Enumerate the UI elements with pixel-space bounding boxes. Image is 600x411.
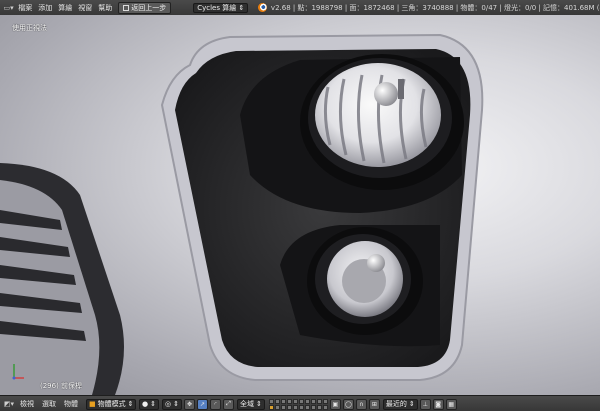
viewport-shading-select[interactable]: ● ⇕	[139, 398, 159, 410]
menu-select[interactable]: 選取	[38, 399, 60, 409]
snap-toggle-button[interactable]: ∩	[355, 398, 367, 410]
orientation-value: 全域	[239, 400, 254, 408]
render-engine-value: Cycles 算繪	[197, 3, 237, 12]
layer-button[interactable]	[298, 404, 304, 410]
manipulator-toggle-button[interactable]: ✥	[183, 398, 195, 410]
layer-button[interactable]	[286, 398, 292, 404]
undo-button[interactable]: 返回上一步	[118, 1, 172, 14]
snap-element-button[interactable]: ⊞	[368, 398, 380, 410]
chevron-updown-icon: ⇕	[255, 400, 262, 408]
snap-grid-icon: ⊞	[371, 400, 377, 408]
scene-stats: v2.68 | 點：1988798 | 面：1872468 | 三角：37408…	[270, 3, 600, 12]
scale-icon: ⤢	[226, 400, 231, 407]
shading-sphere-icon: ●	[142, 400, 149, 408]
3d-viewport[interactable]: 使用正視法 (296) 前保桿	[0, 15, 600, 395]
layer-buttons[interactable]	[268, 398, 328, 410]
film-icon: ▦	[448, 400, 455, 408]
layer-button[interactable]	[310, 404, 316, 410]
layer-button[interactable]	[322, 398, 328, 404]
rotate-icon: ◜	[214, 400, 217, 408]
layer-button[interactable]	[292, 404, 298, 410]
axis-gizmo-icon	[12, 364, 24, 380]
menu-file[interactable]: 檔案	[15, 3, 35, 13]
menu-render[interactable]: 算繪	[55, 3, 75, 13]
interaction-mode-value: 物體模式	[97, 400, 126, 408]
rotate-manipulator-button[interactable]: ◜	[209, 398, 221, 410]
render-still-button[interactable]: ◙	[432, 398, 444, 410]
scale-manipulator-button[interactable]: ⤢	[222, 398, 234, 410]
layer-button-active[interactable]	[268, 404, 274, 410]
lock-icon: ▣	[332, 400, 339, 408]
layer-button[interactable]	[316, 398, 322, 404]
viewport-render	[0, 33, 484, 395]
manipulator-icon: ✥	[186, 400, 192, 408]
transform-orientation-select[interactable]: 全域 ⇕	[236, 398, 265, 410]
chevron-updown-icon: ⇕	[408, 400, 415, 408]
undo-label: 返回上一步	[131, 3, 167, 12]
chevron-updown-icon: ⇕	[173, 400, 179, 408]
projection-label: 使用正視法	[12, 24, 47, 32]
layer-button[interactable]	[310, 398, 316, 404]
signal-lamp-bulb	[367, 254, 385, 272]
layer-button[interactable]	[286, 404, 292, 410]
view3d-editor-icon[interactable]: ◩▾	[2, 399, 16, 410]
layer-button[interactable]	[268, 398, 274, 404]
layer-button[interactable]	[292, 398, 298, 404]
snap-target-select[interactable]: 最近的 ⇕	[382, 398, 418, 410]
align-icon: ⊥	[422, 400, 428, 408]
undo-icon	[123, 4, 130, 11]
menu-window[interactable]: 視窗	[75, 3, 95, 13]
lock-camera-button[interactable]: ▣	[329, 398, 341, 410]
camera-icon: ◙	[435, 400, 442, 408]
translate-manipulator-button[interactable]: ↗	[196, 398, 208, 410]
frame-object-label: (296) 前保桿	[40, 382, 83, 390]
proportional-icon: ◯	[344, 400, 352, 408]
chevron-updown-icon: ⇕	[150, 400, 156, 408]
menu-view[interactable]: 檢視	[16, 399, 38, 409]
layer-button[interactable]	[298, 398, 304, 404]
pivot-point-select[interactable]: ◎ ⇕	[161, 398, 182, 410]
layer-button[interactable]	[304, 398, 310, 404]
layer-button[interactable]	[322, 404, 328, 410]
menu-help[interactable]: 幫助	[95, 3, 115, 13]
render-engine-select[interactable]: Cycles 算繪 ⇕	[193, 2, 249, 13]
blender-logo-icon	[258, 3, 267, 12]
proportional-edit-button[interactable]: ◯	[342, 398, 354, 410]
blender-window: ▭▾ 檔案 添加 算繪 視窗 幫助 返回上一步 Cycles 算繪 ⇕ v2.6…	[0, 0, 600, 411]
snap-target-value: 最近的	[385, 400, 407, 408]
layer-button[interactable]	[274, 398, 280, 404]
info-header: ▭▾ 檔案 添加 算繪 視窗 幫助 返回上一步 Cycles 算繪 ⇕ v2.6…	[0, 0, 600, 16]
layer-button[interactable]	[274, 404, 280, 410]
interaction-mode-select[interactable]: ■ 物體模式 ⇕	[86, 398, 136, 410]
render-animation-button[interactable]: ▦	[445, 398, 457, 410]
object-mode-icon: ■	[89, 400, 96, 408]
menu-add[interactable]: 添加	[35, 3, 55, 13]
layer-button[interactable]	[280, 398, 286, 404]
magnet-icon: ∩	[359, 400, 364, 408]
pivot-dot-icon: ◎	[164, 400, 172, 408]
align-rotation-button[interactable]: ⊥	[419, 398, 431, 410]
chevron-updown-icon: ⇕	[238, 3, 245, 12]
layer-button[interactable]	[304, 404, 310, 410]
view3d-header: ◩▾ 檢視 選取 物體 ■ 物體模式 ⇕ ● ⇕ ◎ ⇕ ✥ ↗ ◜ ⤢ 全域 …	[0, 395, 600, 411]
arrow-icon: ↗	[199, 400, 205, 408]
editor-type-icon[interactable]: ▭▾	[2, 2, 15, 13]
layer-button[interactable]	[280, 404, 286, 410]
menu-object[interactable]: 物體	[60, 399, 82, 409]
fog-lamp-bulb	[374, 82, 398, 106]
layer-button[interactable]	[316, 404, 322, 410]
chevron-updown-icon: ⇕	[127, 400, 134, 408]
